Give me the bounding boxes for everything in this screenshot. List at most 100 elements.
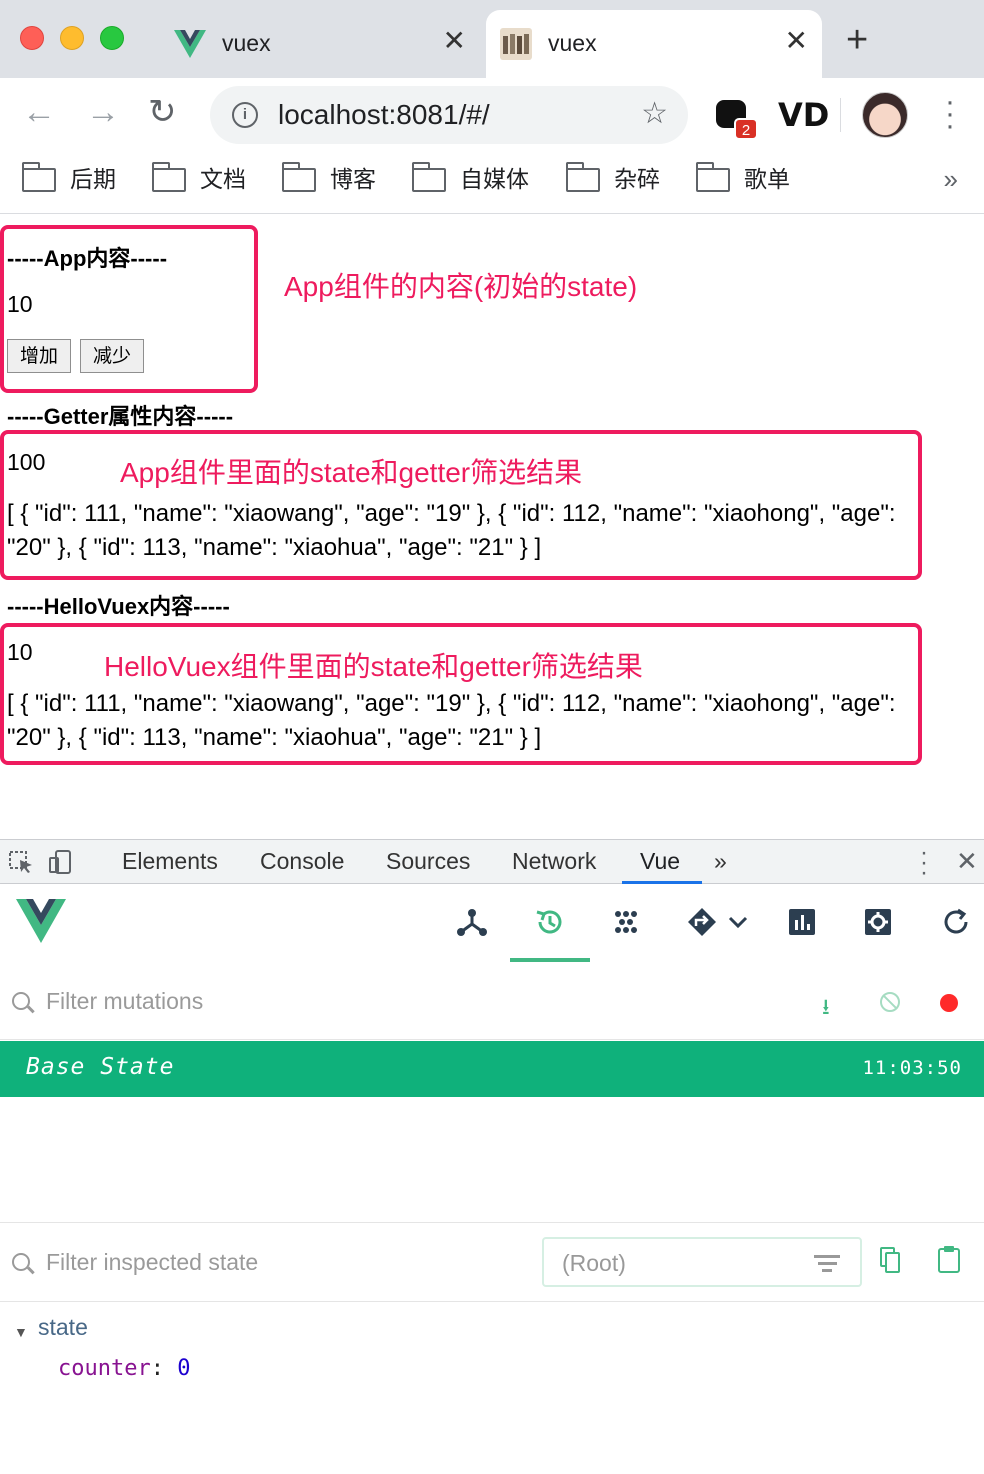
browser-tab-strip: vuex ✕ vuex ✕ + (0, 0, 984, 78)
site-info-icon[interactable]: i (232, 102, 258, 128)
tab-vue[interactable]: Vue (640, 848, 680, 875)
image-thumbnail-icon (500, 28, 532, 60)
bookmark-folder[interactable]: 杂碎 (565, 162, 660, 194)
expand-toggle-icon[interactable]: ▼ (14, 1324, 28, 1340)
folder-icon (695, 162, 730, 192)
address-bar[interactable]: i localhost:8081/#/ ☆ (210, 86, 688, 144)
devtools-menu-icon[interactable]: · · · (916, 841, 932, 885)
refresh-icon[interactable] (940, 906, 972, 938)
tab-elements[interactable]: Elements (122, 848, 218, 875)
folder-icon (411, 162, 446, 192)
browser-tab-active[interactable]: vuex ✕ (486, 10, 822, 78)
bookmark-label: 杂碎 (614, 166, 660, 192)
clear-history-icon[interactable] (880, 992, 900, 1012)
components-icon[interactable] (456, 906, 488, 938)
vd-extension-icon[interactable]: VD (778, 96, 829, 134)
vue-devtools-toolbar (0, 884, 984, 962)
decrease-button[interactable]: 减少 (80, 339, 145, 373)
page-content: -----App内容----- 10 增加 减少 App组件的内容(初始的sta… (0, 215, 984, 839)
bookmarks-bar: 后期 文档 博客 自媒体 杂碎 歌单 » (0, 152, 984, 214)
entry-value[interactable]: 0 (177, 1356, 190, 1381)
bookmark-label: 博客 (330, 166, 376, 192)
inspect-element-icon[interactable] (8, 850, 34, 874)
app-heading: -----App内容----- (7, 246, 168, 271)
bookmark-folder[interactable]: 博客 (281, 162, 376, 194)
close-window-button[interactable] (20, 26, 44, 50)
state-key[interactable]: state (38, 1314, 88, 1341)
folder-icon (151, 162, 186, 192)
devtools-panel: Elements Console Sources Network Vue » ·… (0, 839, 984, 1474)
filter-mutations-input[interactable] (46, 986, 746, 1016)
state-entry[interactable]: counter: 0 (58, 1356, 190, 1381)
more-tabs-icon[interactable]: » (714, 848, 727, 875)
events-icon[interactable] (610, 906, 642, 938)
browser-toolbar: ← → ↻ i localhost:8081/#/ ☆ 2 VD · · · (0, 78, 984, 152)
hello-heading: -----HelloVuex内容----- (7, 594, 230, 619)
device-toolbar-icon[interactable] (48, 850, 74, 874)
tab-console[interactable]: Console (260, 848, 344, 875)
download-icon[interactable]: ⭳ (822, 990, 830, 1028)
close-devtools-icon[interactable]: ✕ (956, 846, 978, 877)
entry-colon: : (150, 1356, 178, 1381)
folder-icon (21, 162, 56, 192)
bookmark-label: 歌单 (744, 166, 790, 192)
copy-icon[interactable] (880, 1247, 900, 1273)
devtools-tab-bar: Elements Console Sources Network Vue » ·… (0, 840, 984, 885)
extension-badge: 2 (734, 118, 758, 140)
hello-list: [ { "id": 111, "name": "xiaowang", "age"… (7, 690, 896, 751)
mutation-filter-bar: ⭳ (0, 962, 984, 1040)
base-state-time: 11:03:50 (862, 1057, 962, 1079)
getter-annotation: App组件里面的state和getter筛选结果 (120, 457, 583, 488)
getter-value: 100 (7, 449, 46, 475)
bookmark-label: 后期 (70, 166, 116, 192)
reload-icon[interactable]: ↻ (148, 90, 177, 134)
filter-state-input[interactable] (46, 1247, 526, 1277)
record-icon[interactable] (940, 994, 958, 1012)
browser-tab[interactable]: vuex ✕ (160, 10, 480, 78)
back-arrow-icon[interactable]: ← (22, 90, 56, 134)
app-annotation: App组件的内容(初始的state) (284, 271, 638, 302)
vue-logo-icon (174, 30, 206, 58)
tab-title: vuex (548, 30, 597, 56)
base-state-label: Base State (26, 1054, 175, 1080)
chevron-down-icon[interactable] (722, 906, 754, 938)
minimize-window-button[interactable] (60, 26, 84, 50)
new-tab-button[interactable]: + (846, 20, 868, 60)
folder-icon (281, 162, 316, 192)
bookmark-folder[interactable]: 后期 (21, 162, 116, 194)
close-tab-icon[interactable]: ✕ (785, 24, 808, 57)
bookmark-star-icon[interactable]: ☆ (641, 96, 668, 131)
maximize-window-button[interactable] (100, 26, 124, 50)
increase-button[interactable]: 增加 (7, 339, 72, 373)
performance-icon[interactable] (786, 906, 818, 938)
close-tab-icon[interactable]: ✕ (443, 24, 466, 57)
bookmark-folder[interactable]: 歌单 (695, 162, 790, 194)
tab-title: vuex (222, 30, 271, 56)
getter-list: [ { "id": 111, "name": "xiaowang", "age"… (7, 500, 896, 561)
tab-sources[interactable]: Sources (386, 848, 470, 875)
extension-icon[interactable]: 2 (716, 100, 758, 140)
bookmark-folder[interactable]: 自媒体 (411, 162, 529, 194)
state-filter-bar: (Root) (0, 1222, 984, 1302)
hello-value: 10 (7, 639, 33, 665)
browser-menu-icon[interactable]: · · · (940, 87, 960, 141)
url-text[interactable]: localhost:8081/#/ (278, 99, 490, 131)
profile-avatar[interactable] (862, 92, 908, 138)
hello-annotation: HelloVuex组件里面的state和getter筛选结果 (104, 651, 643, 682)
paste-clipboard-icon[interactable] (938, 1245, 960, 1273)
toolbar-divider (840, 98, 841, 132)
bookmark-folder[interactable]: 文档 (151, 162, 246, 194)
root-module-select[interactable]: (Root) (542, 1237, 862, 1287)
app-counter: 10 (7, 291, 33, 317)
vuex-history-icon[interactable] (534, 906, 566, 938)
forward-arrow-icon[interactable]: → (86, 90, 120, 134)
tab-network[interactable]: Network (512, 848, 596, 875)
base-state-row[interactable]: Base State 11:03:50 (0, 1041, 984, 1097)
router-icon[interactable] (686, 906, 718, 938)
search-icon (12, 992, 30, 1010)
bookmarks-overflow-icon[interactable]: » (944, 164, 958, 194)
search-icon (12, 1253, 30, 1271)
settings-icon[interactable] (862, 906, 894, 938)
bookmark-label: 文档 (200, 166, 246, 192)
entry-key: counter (58, 1356, 151, 1381)
